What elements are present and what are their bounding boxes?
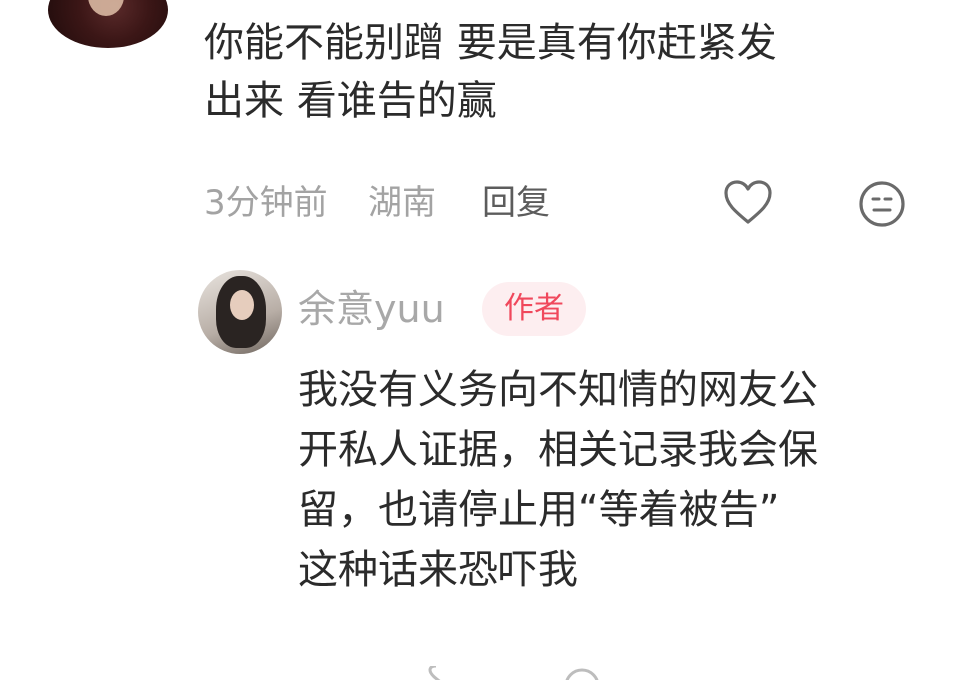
author-badge: 作者 (482, 282, 586, 336)
heart-outline-icon[interactable] (426, 666, 466, 680)
author-avatar[interactable] (198, 270, 282, 354)
reply-text: 我没有义务向不知情的网友公 开私人证据，相关记录我会保 留，也请停止用“等着被告… (298, 360, 938, 600)
reply-text-line: 我没有义务向不知情的网友公 (298, 367, 818, 413)
commenter-avatar[interactable] (48, 0, 168, 48)
dislike-face-icon[interactable] (856, 178, 908, 230)
avatar-face (230, 290, 254, 320)
avatar-face (88, 0, 124, 16)
reply-text-line: 开私人证据，相关记录我会保 (298, 427, 818, 473)
comment-text-line: 你能不能别蹭 要是真有你赶紧发 (204, 20, 777, 66)
reply-meta-cutoff (298, 666, 918, 680)
dislike-face-icon[interactable] (562, 666, 602, 680)
comment-text: 你能不能别蹭 要是真有你赶紧发 出来 看谁告的赢 (204, 14, 924, 130)
reply-text-line: 这种话来恐吓我 (298, 547, 578, 593)
reply-button[interactable]: 回复 (482, 180, 550, 226)
heart-outline-icon[interactable] (722, 178, 774, 226)
comment-thread: 你能不能别蹭 要是真有你赶紧发 出来 看谁告的赢 3分钟前 湖南 回复 余意yu… (0, 0, 960, 680)
comment-time: 3分钟前 (204, 183, 328, 223)
comment-text-line: 出来 看谁告的赢 (204, 78, 497, 124)
reply-author-name[interactable]: 余意yuu (298, 284, 445, 334)
reply-text-line: 留，也请停止用“等着被告” (298, 487, 780, 533)
comment-location: 湖南 (368, 183, 436, 223)
